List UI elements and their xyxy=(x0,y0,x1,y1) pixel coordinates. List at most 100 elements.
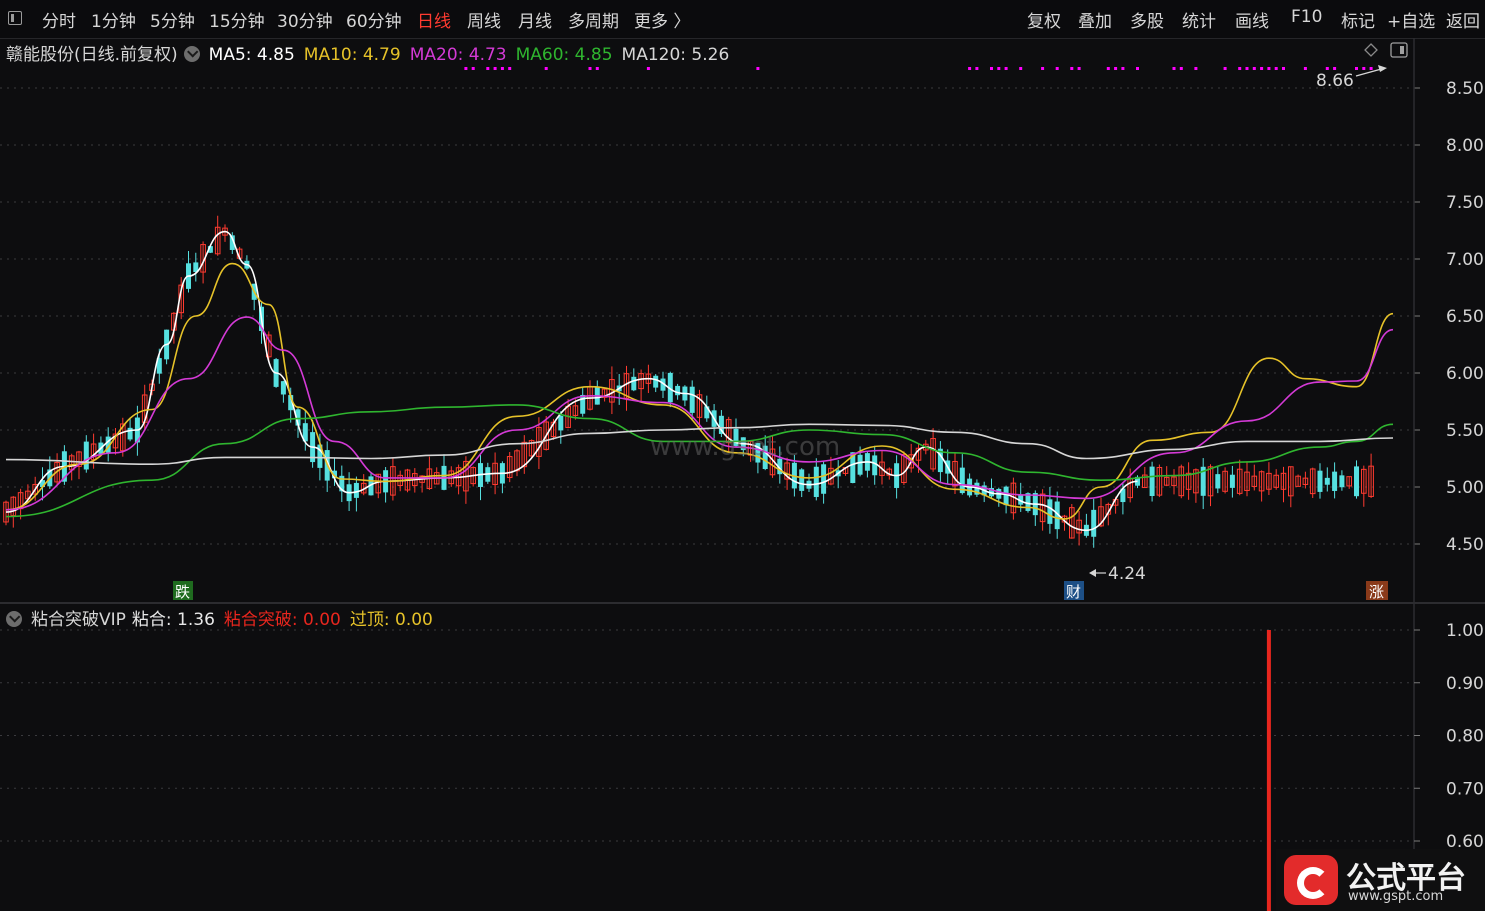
signal-dot xyxy=(990,67,993,70)
indicator-title[interactable]: 粘合突破VIP xyxy=(31,610,126,630)
price-tick-label: 6.50 xyxy=(1446,307,1484,327)
low-arrowhead xyxy=(1089,569,1096,577)
indicator-axis: 1.000.900.800.700.60 xyxy=(1414,621,1484,852)
signal-dot xyxy=(1333,67,1337,70)
watermark-text: www.gspt.com xyxy=(650,432,840,462)
candle-body xyxy=(631,376,637,391)
price-tick-label: 5.00 xyxy=(1446,478,1484,498)
signal-dot xyxy=(1136,67,1139,70)
collapse-icon[interactable] xyxy=(183,46,200,62)
signal-dot xyxy=(500,67,504,70)
price-tick-label: 8.50 xyxy=(1446,79,1484,99)
signal-dot xyxy=(1369,67,1373,70)
signal-dot xyxy=(1077,67,1081,70)
signal-dot xyxy=(1325,67,1329,70)
signal-dot xyxy=(1260,67,1264,70)
low-price-label: 4.24 xyxy=(1108,564,1146,584)
signal-dots xyxy=(464,67,1373,70)
signal-dot xyxy=(1274,67,1278,70)
sub-gridlines xyxy=(0,629,1414,842)
indicator-bars xyxy=(1266,630,1271,911)
overtop-legend: 过顶: 0.00 xyxy=(349,610,433,630)
signal-dot xyxy=(471,67,475,70)
ma10-legend: MA10: 4.79 xyxy=(303,45,401,65)
panel-layout-icon-bar xyxy=(1400,46,1404,54)
candle-body xyxy=(689,386,695,413)
signal-dot xyxy=(646,67,650,70)
nianhe-legend: 粘合: 1.36 xyxy=(131,610,215,630)
indicator-bar xyxy=(1266,630,1271,911)
candle-body xyxy=(813,466,819,497)
signal-dot xyxy=(1223,67,1227,70)
ma20-legend: MA20: 4.73 xyxy=(409,45,507,65)
signal-dot xyxy=(1238,67,1242,70)
indicator-tick-label: 0.90 xyxy=(1446,674,1484,694)
signal-dot xyxy=(1172,67,1176,70)
signal-dot xyxy=(464,67,468,70)
price-tick-label: 7.50 xyxy=(1446,193,1484,213)
panel-icons xyxy=(1364,42,1408,58)
candle-body xyxy=(857,454,863,475)
candle-body xyxy=(353,482,359,498)
tag-rise[interactable]: 涨 xyxy=(1369,583,1384,601)
signal-dot xyxy=(1019,67,1023,70)
tag-finance[interactable]: 财 xyxy=(1066,583,1081,601)
indicator-tick-label: 0.70 xyxy=(1446,779,1484,799)
signal-dot xyxy=(595,67,599,70)
sub-panel: 1.000.900.800.700.60 xyxy=(0,621,1484,911)
main-legend: 赣能股份(日线.前复权) MA5: 4.85 MA10: 4.79 MA20: 4.7… xyxy=(6,40,738,65)
candle-body xyxy=(675,385,681,396)
kline-chart: 8.50 8.00 7.50 7.00 6.50 6.00 5.50 5.00 4.50 www… xyxy=(0,38,1485,911)
candle-body xyxy=(1354,466,1359,497)
candle-body xyxy=(280,381,286,395)
candle-body xyxy=(1091,509,1097,537)
signal-dot xyxy=(1267,67,1271,70)
stock-title[interactable]: 赣能股份(日线.前复权) xyxy=(6,45,178,65)
signal-dot xyxy=(493,67,497,70)
signal-dot xyxy=(1362,67,1366,70)
main-panel: 8.50 8.00 7.50 7.00 6.50 6.00 5.50 5.00 4.50 www… xyxy=(0,42,1484,601)
candle-body xyxy=(1317,470,1323,492)
signal-dot xyxy=(1114,67,1118,70)
candle-body xyxy=(653,375,659,388)
ma5-legend: MA5: 4.85 xyxy=(208,45,295,65)
signal-dot xyxy=(1004,67,1008,70)
logo-url: www.gspt.com xyxy=(1348,889,1444,904)
logo-mark-icon xyxy=(1284,855,1338,905)
price-tick-label: 4.50 xyxy=(1446,535,1484,555)
ma120-legend: MA120: 5.26 xyxy=(621,45,730,65)
price-axis: 8.50 8.00 7.50 7.00 6.50 6.00 5.50 5.00 4.50 xyxy=(1414,79,1484,555)
price-tick-label: 5.50 xyxy=(1446,421,1484,441)
indicator-tick-label: 1.00 xyxy=(1446,621,1484,641)
breakout-legend: 粘合突破: 0.00 xyxy=(223,610,341,630)
candle-body xyxy=(799,469,805,491)
low-marker: 4.24 xyxy=(1089,564,1146,584)
high-arrowhead xyxy=(1378,65,1387,72)
signal-dot xyxy=(975,67,979,70)
candlesticks xyxy=(3,215,1374,548)
tag-fall[interactable]: 跌 xyxy=(175,583,190,601)
candle-body xyxy=(1332,471,1338,491)
candle-body xyxy=(1149,466,1155,496)
diamond-icon[interactable] xyxy=(1364,43,1378,57)
signal-dot xyxy=(588,67,592,70)
signal-dot xyxy=(1303,67,1307,70)
price-tick-label: 6.00 xyxy=(1446,364,1484,384)
collapse-icon[interactable] xyxy=(6,611,22,627)
candle-body xyxy=(1339,475,1345,488)
signal-dot xyxy=(968,67,972,70)
candle-body xyxy=(821,464,827,494)
ma60-legend: MA60: 4.85 xyxy=(515,45,613,65)
panel-layout-icon[interactable] xyxy=(1390,42,1408,58)
signal-dot xyxy=(1194,67,1198,70)
signal-dot xyxy=(1355,67,1358,70)
signal-dot xyxy=(1106,67,1110,70)
signal-dot xyxy=(508,67,512,70)
signal-dot xyxy=(544,67,548,70)
signal-dot xyxy=(1179,67,1183,70)
signal-dot xyxy=(1245,67,1249,70)
price-tick-label: 8.00 xyxy=(1446,136,1484,156)
high-price-label: 8.66 xyxy=(1316,71,1354,91)
signal-dot xyxy=(1070,67,1074,70)
candle-body xyxy=(872,455,878,476)
